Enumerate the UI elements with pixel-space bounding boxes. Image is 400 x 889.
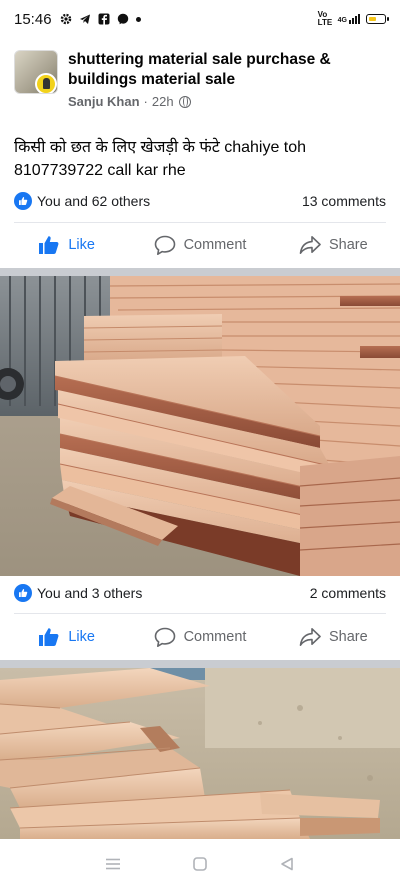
comment-icon: [154, 235, 175, 255]
group-avatar[interactable]: [14, 50, 58, 94]
share-icon: [299, 628, 321, 646]
post-meta: Sanju Khan · 22h: [68, 94, 386, 109]
post-header: shuttering material sale purchase & buil…: [14, 50, 386, 109]
post-photo-1[interactable]: [0, 276, 400, 576]
signal-4g-label: 4G: [337, 17, 347, 24]
home-square-icon[interactable]: [190, 854, 210, 874]
notification-dot: [135, 16, 141, 22]
post-reactions-count[interactable]: You and 62 others: [37, 193, 150, 209]
like-reaction-icon: [14, 584, 32, 602]
menu-icon[interactable]: [103, 854, 123, 874]
reactions-divider: [14, 222, 386, 223]
wood-planks-photo-1: [0, 276, 400, 576]
feed-separator: [0, 268, 400, 276]
post-time[interactable]: 22h: [152, 94, 174, 109]
like-reaction-icon: [14, 192, 32, 210]
signal-4g-icon: 4G: [338, 14, 360, 24]
comment-label: Comment: [183, 629, 247, 645]
photo1-like-button[interactable]: Like: [0, 627, 133, 647]
thumbs-up-icon: [39, 236, 59, 254]
volte-icon: Vo LTE: [317, 10, 333, 27]
post-photo-2[interactable]: [0, 668, 400, 839]
back-triangle-icon[interactable]: [277, 854, 297, 874]
wood-beams-photo-2: [0, 668, 400, 839]
share-label: Share: [328, 237, 368, 253]
photo1-comment-button[interactable]: Comment: [133, 627, 266, 648]
globe-icon: [178, 95, 191, 108]
facebook-icon: [98, 13, 110, 25]
system-nav-bar: [0, 839, 400, 889]
share-button[interactable]: Share: [267, 235, 400, 255]
settings-gear-icon: [60, 13, 71, 25]
photo1-reactions-count[interactable]: You and 3 others: [37, 585, 142, 601]
thumbs-up-icon: [39, 628, 59, 646]
photo1-actions: Like Comment Share: [0, 617, 400, 657]
feed-separator-2: [0, 660, 400, 668]
photo1-share-button[interactable]: Share: [267, 627, 400, 647]
comment-label: Comment: [183, 237, 247, 253]
share-label: Share: [328, 629, 368, 645]
battery-icon: [366, 14, 389, 24]
telegram-icon: [79, 14, 90, 24]
share-icon: [299, 236, 321, 254]
messenger-icon: [117, 13, 128, 25]
post-header-text: shuttering material sale purchase & buil…: [68, 50, 386, 109]
comment-button[interactable]: Comment: [133, 235, 266, 256]
post-text-line1: किसी को छत के लिए खेजड़ी के फंटे chahiye…: [14, 139, 307, 156]
post-reactions-row: You and 62 others 13 comments: [14, 192, 386, 210]
photo1-reactions-divider: [14, 613, 386, 614]
status-time: 15:46: [14, 10, 52, 28]
status-bar: 15:46 Vo LTE 4G: [0, 0, 400, 38]
like-label: Like: [68, 629, 95, 645]
group-name[interactable]: shuttering material sale purchase & buil…: [68, 50, 386, 90]
comment-icon: [154, 627, 175, 647]
post-comments-count[interactable]: 13 comments: [302, 193, 386, 209]
author-avatar-badge: [35, 73, 57, 93]
author-name[interactable]: Sanju Khan: [68, 94, 140, 109]
post-text: किसी को छत के लिए खेजड़ी के फंटे chahiye…: [14, 136, 386, 182]
photo1-reactions-row: You and 3 others 2 comments: [14, 584, 386, 602]
post-actions: Like Comment Share: [0, 225, 400, 265]
post-text-line2: 8107739722 call kar rhe: [14, 162, 186, 179]
meta-separator: ·: [143, 94, 148, 109]
photo1-comments-count[interactable]: 2 comments: [310, 585, 386, 601]
like-button[interactable]: Like: [0, 235, 133, 255]
status-left-icons: [60, 13, 141, 25]
status-right-icons: Vo LTE 4G: [317, 10, 389, 27]
like-label: Like: [68, 237, 95, 253]
